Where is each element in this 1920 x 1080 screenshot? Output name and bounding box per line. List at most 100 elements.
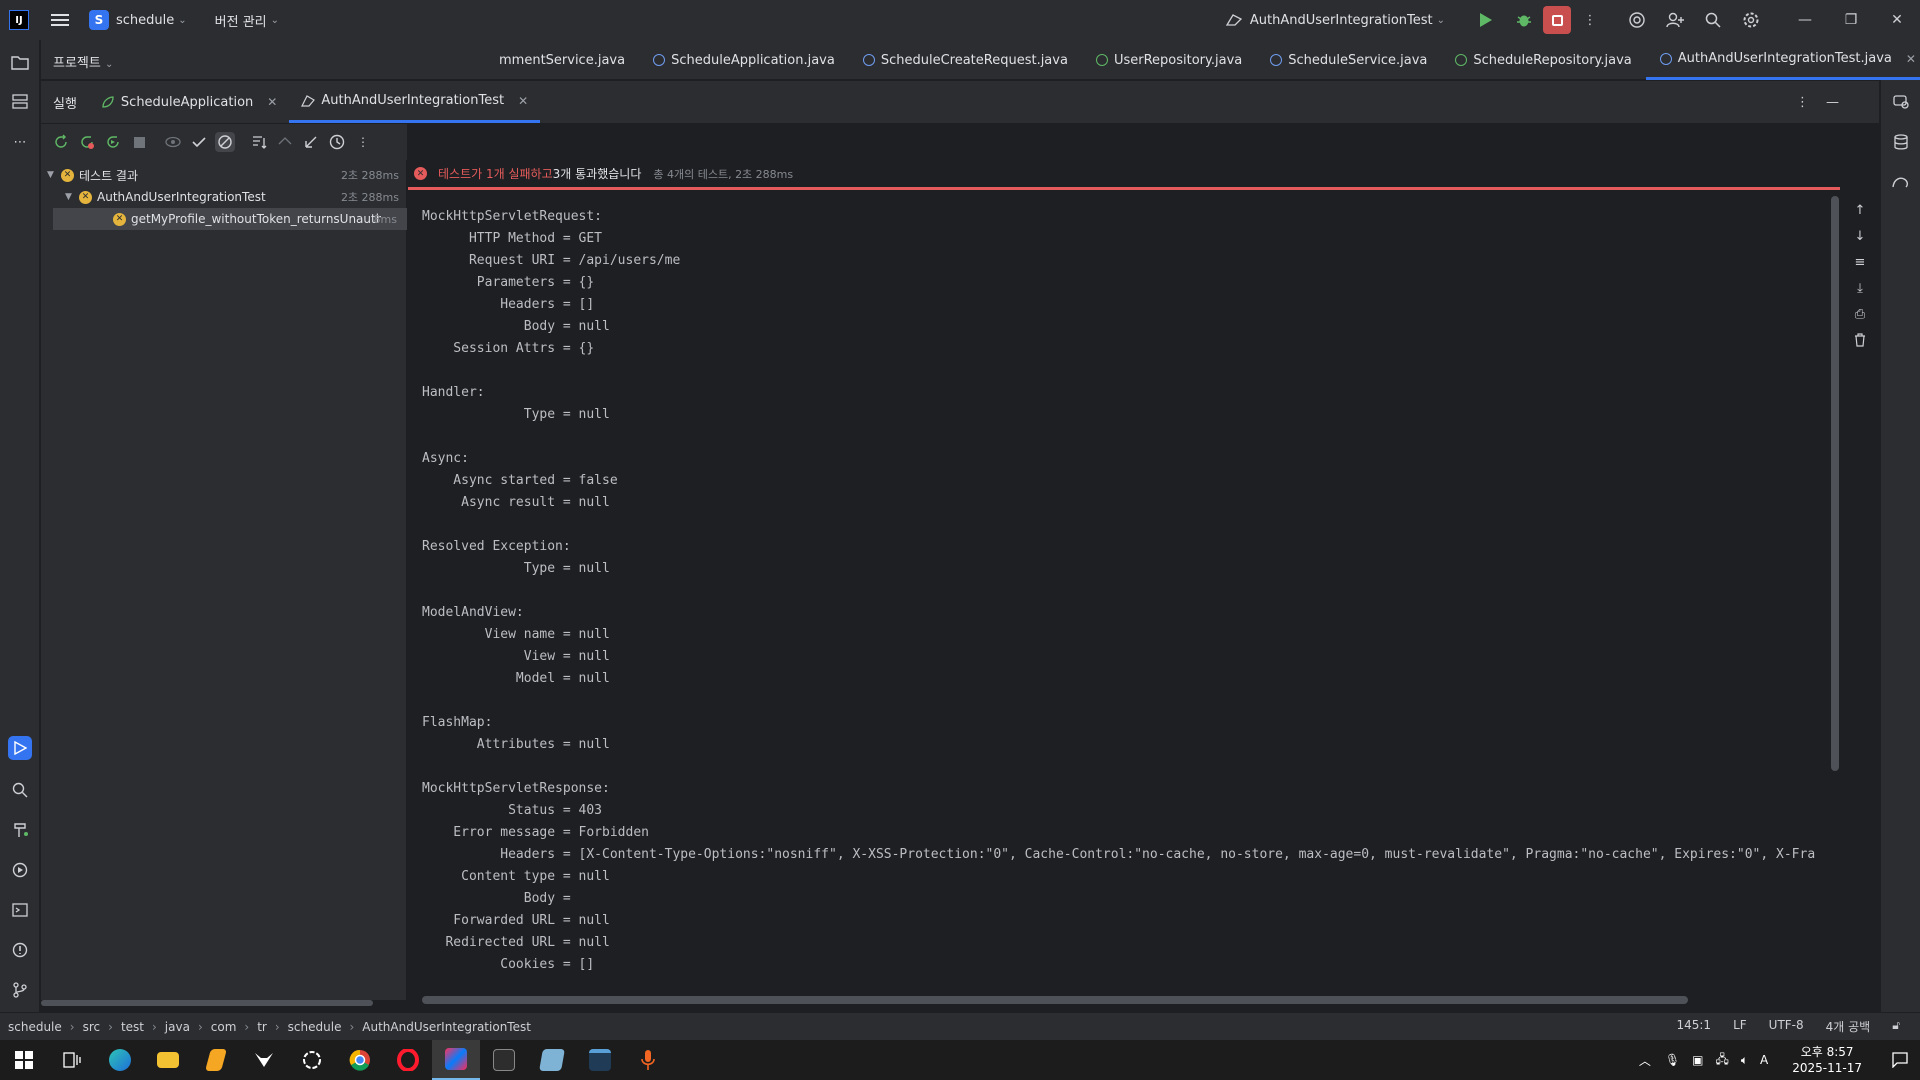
find-icon[interactable] [8, 778, 32, 802]
horizontal-scrollbar[interactable] [422, 996, 1688, 1004]
line-separator[interactable]: LF [1733, 1018, 1747, 1035]
editor-tab[interactable]: ScheduleService.java [1256, 40, 1441, 80]
git-branch-icon[interactable] [8, 978, 32, 1002]
tree-node-method[interactable]: ✕ getMyProfile_withoutToken_returnsUnaut… [53, 208, 407, 230]
stop-button[interactable] [1543, 6, 1571, 34]
opera-icon[interactable] [384, 1040, 432, 1080]
sort-duration-icon[interactable] [275, 132, 295, 152]
tray-expand-icon[interactable]: ︿ [1639, 1052, 1651, 1069]
chevron-down-icon[interactable]: ▼ [47, 170, 61, 180]
editor-tab[interactable]: UserRepository.java [1082, 40, 1256, 80]
stop-icon[interactable] [129, 132, 149, 152]
editor-tab[interactable]: ScheduleCreateRequest.java [849, 40, 1082, 80]
gradle-icon[interactable] [1889, 170, 1913, 194]
mysql-workbench-icon[interactable] [576, 1040, 624, 1080]
fox-app-icon[interactable] [240, 1040, 288, 1080]
vertical-scrollbar[interactable] [1831, 196, 1839, 771]
breadcrumb-item[interactable]: test [121, 1020, 144, 1034]
debug-icon[interactable] [1510, 6, 1538, 34]
toggle-auto-test-icon[interactable] [103, 132, 123, 152]
close-window-button[interactable]: ✕ [1874, 0, 1920, 40]
terminal-icon[interactable] [8, 898, 32, 922]
problems-icon[interactable] [8, 938, 32, 962]
breadcrumb-item[interactable]: src [83, 1020, 101, 1034]
breadcrumb-item[interactable]: java [165, 1020, 190, 1034]
soft-wrap-icon[interactable]: ≡ [1850, 252, 1870, 272]
breadcrumb-item[interactable]: tr [257, 1020, 267, 1034]
more-actions-icon[interactable]: ⋮ [1576, 6, 1604, 34]
more-tools-icon[interactable]: ⋯ [8, 130, 32, 154]
import-tests-icon[interactable] [301, 132, 321, 152]
notification-center-icon[interactable] [1880, 1052, 1920, 1068]
project-view-selector[interactable]: 프로젝트 ⌄ [53, 52, 113, 71]
show-ignored-icon[interactable] [215, 132, 235, 152]
breadcrumb-item[interactable]: schedule [8, 1020, 62, 1034]
close-tab-icon[interactable]: ✕ [518, 94, 528, 108]
minimize-button[interactable]: — [1782, 0, 1828, 40]
run-options-icon[interactable]: ⋮ [1796, 95, 1809, 110]
ai-assistant-icon[interactable] [1623, 6, 1651, 34]
services-icon[interactable] [8, 858, 32, 882]
lock-icon[interactable]: 🔓︎ [1892, 1018, 1900, 1035]
clock[interactable]: 오후 8:57 2025-11-17 [1792, 1044, 1862, 1076]
scroll-to-end-icon[interactable]: ⤓ [1850, 278, 1870, 298]
editor-tab-active[interactable]: AuthAndUserIntegrationTest.java ✕ [1645, 40, 1920, 80]
file-encoding[interactable]: UTF-8 [1769, 1018, 1804, 1035]
scrivener-app-icon[interactable] [192, 1040, 240, 1080]
editor-tab[interactable]: ScheduleApplication.java [639, 40, 849, 80]
breadcrumb-item[interactable]: schedule [288, 1020, 342, 1034]
camera-tray-icon[interactable]: ▣ [1692, 1053, 1703, 1067]
project-badge[interactable]: S [89, 10, 109, 30]
database-icon[interactable] [1889, 130, 1913, 154]
editor-tab[interactable]: ScheduleRepository.java [1441, 40, 1645, 80]
intellij-taskbar-icon[interactable] [432, 1040, 480, 1080]
edge-browser-icon[interactable] [96, 1040, 144, 1080]
hide-panel-icon[interactable]: — [1826, 95, 1839, 110]
show-passed-eye-icon[interactable] [163, 132, 183, 152]
run-tab-auth-test[interactable]: AuthAndUserIntegrationTest ✕ [289, 81, 541, 123]
console-log-text[interactable]: MockHttpServletRequest: HTTP Method = GE… [422, 206, 1822, 976]
close-tab-icon[interactable]: ✕ [1906, 52, 1916, 66]
tree-node-root[interactable]: ▼ ✕ 테스트 결과 2초 288ms [47, 164, 409, 186]
run-tab-schedule-application[interactable]: ScheduleApplication ✕ [89, 81, 289, 123]
ime-indicator[interactable]: A [1760, 1053, 1768, 1067]
console-output[interactable]: ✕ 테스트가 1개 실패하고 3개 통과했습니다 총 4개의 테스트, 2초 2… [408, 160, 1880, 1004]
mic-tray-icon[interactable]: 🎙︎ [1665, 1053, 1680, 1067]
rerun-failed-icon[interactable] [77, 132, 97, 152]
toolbar-more-icon[interactable]: ⋮ [353, 132, 373, 152]
rerun-icon[interactable] [51, 132, 71, 152]
breadcrumb-item[interactable]: com [211, 1020, 237, 1034]
editor-tab[interactable]: mmentService.java [461, 40, 639, 80]
chrome-icon[interactable] [336, 1040, 384, 1080]
restore-button[interactable]: ❐ [1828, 0, 1874, 40]
windows-start-icon[interactable] [0, 1040, 48, 1080]
run-config-selector[interactable]: AuthAndUserIntegrationTest ⌄ [1225, 13, 1445, 28]
microphone-app-icon[interactable] [624, 1040, 672, 1080]
arrow-down-icon[interactable]: ↓ [1850, 226, 1870, 246]
add-user-icon[interactable] [1661, 6, 1689, 34]
test-history-icon[interactable] [327, 132, 347, 152]
vcs-menu[interactable]: 버전 관리 [215, 11, 267, 30]
caret-position[interactable]: 145:1 [1676, 1018, 1711, 1035]
volume-icon[interactable]: 🔈︎ [1741, 1053, 1748, 1068]
project-folder-icon[interactable] [8, 50, 32, 74]
chevron-down-icon[interactable]: ▼ [65, 192, 79, 202]
project-selector[interactable]: schedule [116, 13, 174, 28]
indent-setting[interactable]: 4개 공백 [1826, 1018, 1871, 1035]
show-passed-check-icon[interactable] [189, 132, 209, 152]
search-icon[interactable] [1699, 6, 1727, 34]
task-view-icon[interactable] [48, 1040, 96, 1080]
close-tab-icon[interactable]: ✕ [267, 95, 277, 109]
file-explorer-icon[interactable] [144, 1040, 192, 1080]
breadcrumb-item[interactable]: AuthAndUserIntegrationTest [362, 1020, 531, 1034]
terminal-app-icon[interactable] [480, 1040, 528, 1080]
tree-horizontal-scrollbar[interactable] [41, 1000, 373, 1006]
structure-icon[interactable] [8, 90, 32, 114]
ai-chat-icon[interactable] [1889, 90, 1913, 114]
notepad-app-icon[interactable] [528, 1040, 576, 1080]
build-hammer-icon[interactable] [8, 818, 32, 842]
network-icon[interactable]: 🖧︎ [1715, 1050, 1728, 1071]
print-icon[interactable]: ⎙ [1850, 304, 1870, 324]
tree-node-class[interactable]: ▼ ✕ AuthAndUserIntegrationTest 2초 288ms [47, 186, 409, 208]
arrow-up-icon[interactable]: ↑ [1850, 200, 1870, 220]
